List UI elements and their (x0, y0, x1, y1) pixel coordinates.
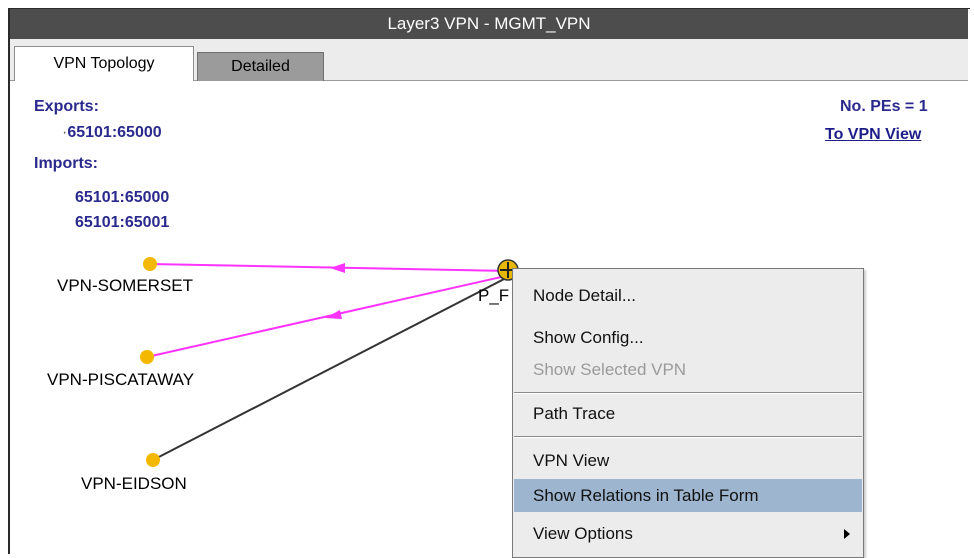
menu-separator (514, 392, 862, 394)
menu-item-label: Show Relations in Table Form (533, 485, 759, 505)
menu-item-show-config[interactable]: Show Config... (514, 321, 862, 354)
menu-item-view-options[interactable]: View Options (514, 517, 862, 550)
menu-item-label: Path Trace (533, 403, 616, 423)
menu-item-node-detail[interactable]: Node Detail... (514, 279, 862, 312)
menu-item-vpn-view[interactable]: VPN View (514, 444, 862, 477)
vpn-link-somerset (149, 263, 511, 272)
menu-separator (514, 436, 862, 438)
menu-item-show-selected-vpn: Show Selected VPN (514, 353, 862, 386)
menu-item-label: VPN View (533, 450, 610, 470)
menu-item-label: Node Detail... (533, 285, 636, 305)
menu-item-label: Show Config... (533, 327, 644, 347)
submenu-arrow-icon (844, 529, 850, 539)
menu-item-show-relations-table[interactable]: Show Relations in Table Form (514, 479, 862, 512)
link-direction-arrow (330, 263, 345, 273)
node-eidson-icon[interactable] (146, 453, 160, 467)
node-eidson-label: VPN-EIDSON (81, 474, 187, 493)
node-somerset-label: VPN-SOMERSET (57, 276, 194, 295)
vpn-link-piscataway (146, 274, 511, 358)
node-somerset-icon[interactable] (143, 257, 157, 271)
link-direction-arrow (325, 310, 342, 319)
context-menu: Node Detail... Show Config... Show Selec… (512, 268, 864, 558)
menu-item-label: Show Selected VPN (533, 359, 687, 379)
node-piscataway-icon[interactable] (140, 350, 154, 364)
node-pe-label: P_F (478, 286, 510, 305)
menu-item-path-trace[interactable]: Path Trace (514, 397, 862, 430)
physical-link-eidson (152, 275, 511, 461)
menu-item-label: View Options (533, 523, 633, 543)
node-piscataway-label: VPN-PISCATAWAY (47, 370, 195, 389)
